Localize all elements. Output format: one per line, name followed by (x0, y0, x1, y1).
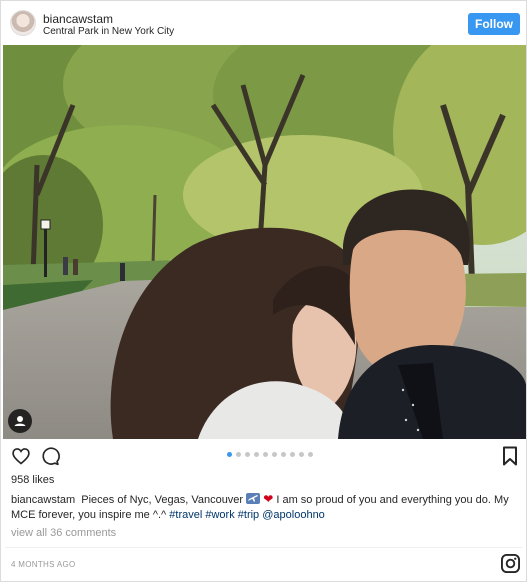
instagram-icon[interactable] (501, 554, 520, 573)
hashtag-travel[interactable]: #travel (169, 509, 202, 521)
carousel-dot (236, 452, 241, 457)
carousel-dot (290, 452, 295, 457)
mention-link[interactable]: @apoloohno (262, 509, 325, 521)
carousel-dot (308, 452, 313, 457)
user-tag-icon[interactable] (8, 409, 32, 433)
photo-illustration (3, 45, 526, 439)
hashtag-work[interactable]: #work (205, 509, 234, 521)
heart-icon[interactable] (11, 446, 31, 466)
view-comments-link[interactable]: view all 36 comments (11, 527, 116, 539)
divider (5, 547, 522, 548)
carousel-dot (299, 452, 304, 457)
carousel-dot (227, 452, 232, 457)
location-link[interactable]: Central Park in New York City (43, 26, 174, 37)
airplane-emoji-icon (246, 493, 261, 504)
post-header: biancawstam Central Park in New York Cit… (1, 1, 526, 45)
carousel-dot (281, 452, 286, 457)
post-photo[interactable] (3, 45, 526, 439)
username-link[interactable]: biancawstam (43, 12, 113, 26)
caption-username[interactable]: biancawstam (11, 494, 75, 506)
hashtag-trip[interactable]: #trip (238, 509, 259, 521)
post-timestamp[interactable]: 4 MONTHS AGO (11, 560, 76, 569)
likes-count[interactable]: 958 likes (11, 474, 54, 486)
instagram-post-card: biancawstam Central Park in New York Cit… (0, 0, 527, 582)
follow-button[interactable]: Follow (468, 13, 520, 35)
avatar[interactable] (10, 10, 36, 36)
carousel-indicator (227, 452, 313, 458)
carousel-dot (254, 452, 259, 457)
carousel-dot (263, 452, 268, 457)
comment-icon[interactable] (40, 446, 60, 466)
bookmark-icon[interactable] (502, 446, 518, 466)
carousel-dot (272, 452, 277, 457)
caption-text-1: Pieces of Nyc, Vegas, Vancouver (81, 494, 244, 506)
red-heart-emoji-icon: ❤ (263, 492, 274, 506)
carousel-dot (245, 452, 250, 457)
post-caption: biancawstam Pieces of Nyc, Vegas, Vancou… (11, 492, 519, 523)
